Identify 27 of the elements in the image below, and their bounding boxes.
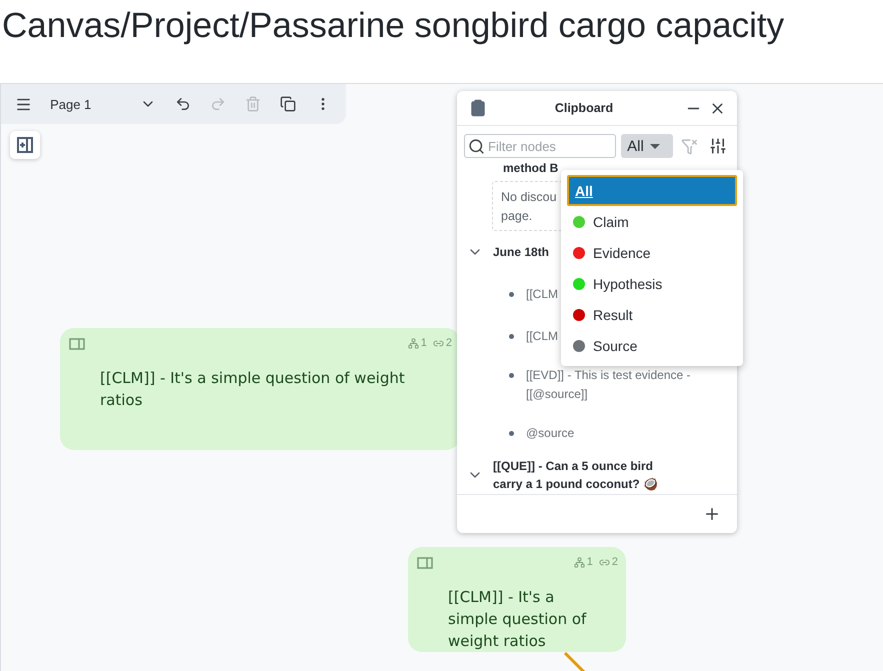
search-icon [468,138,485,154]
dropdown-option[interactable]: Source [567,330,737,361]
links-count: 2 [598,556,618,568]
page-name[interactable]: Page 1 [50,96,128,112]
panel-title: Clipboard [554,101,614,115]
node-title: method B [503,163,560,175]
dropdown-option[interactable]: Hypothesis [567,268,737,299]
dropdown-option[interactable]: All [567,175,737,206]
links-count: 2 [432,337,452,349]
children-count: 1 [574,556,593,568]
type-select[interactable]: All [621,134,673,158]
children-count: 1 [408,337,427,349]
node-text: [[CLM]] - It's a simple question of weight ratios [100,368,406,411]
group-title[interactable]: [[QUE]] - Can a 5 ounce bird carry a 1 pound coconut? 🥥 [493,457,663,493]
canvas-node[interactable]: 1 2 [[CLM]] - It's a simple question of weight ratios [60,328,460,450]
node-text: [[CLM]] - It's a simple question of weight ratios [448,587,588,652]
clipboard-icon [469,99,487,117]
add-panel-button[interactable] [10,131,40,159]
dropdown-option[interactable]: Result [567,299,737,330]
add-panel-icon [17,137,33,153]
canvas-node[interactable]: 1 2 [[CLM]] - It's a simple question of weight ratios [408,547,626,652]
edge-line [563,651,587,671]
clipboard-item[interactable]: [[EVD]] - This is test evidence - [[@source]] [526,366,706,404]
clipboard-item[interactable]: @source [526,424,706,443]
dropdown-option[interactable]: Evidence [567,237,737,268]
page-title: Canvas/Project/Passarine songbird cargo capacity [1,5,786,47]
filter-field[interactable]: Filter nodes [464,134,616,158]
